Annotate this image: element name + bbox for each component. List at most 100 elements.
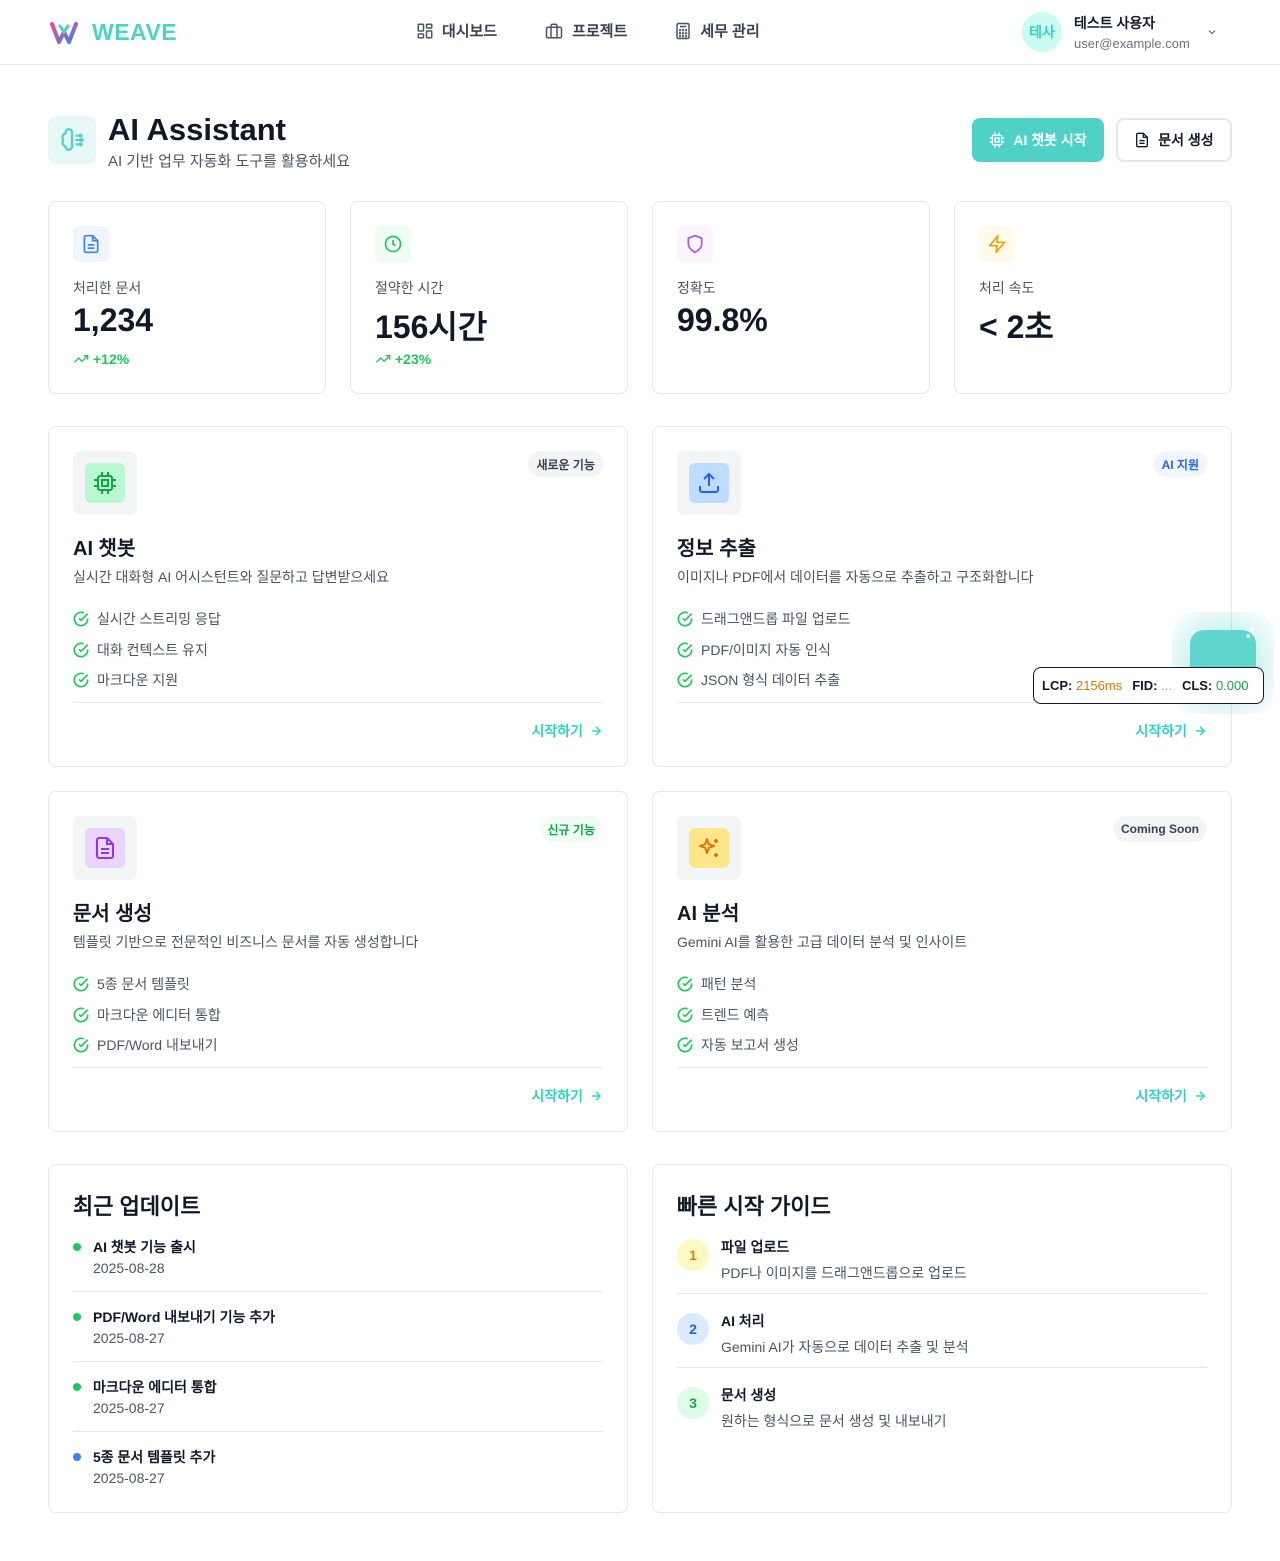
feature-description: Gemini AI를 활용한 고급 데이터 분석 및 인사이트 [677, 934, 968, 950]
generate-document-label: 문서 생성 [1158, 132, 1214, 148]
feature-badge: 새로운 기능 [528, 451, 603, 477]
step-number: 2 [677, 1313, 709, 1345]
feature-list-item: PDF/이미지 자동 인식 [677, 635, 850, 666]
feature-list-item: PDF/Word 내보내기 [73, 1030, 221, 1061]
update-item: AI 챗봇 기능 출시 2025-08-28 [73, 1237, 603, 1307]
recent-updates-panel: 최근 업데이트 AI 챗봇 기능 출시 2025-08-28 PDF/Word … [48, 1164, 628, 1513]
feature-list-item: 트렌드 예측 [677, 1000, 799, 1031]
user-name: 테스트 사용자 [1074, 15, 1156, 31]
start-link[interactable]: 시작하기 [1135, 1086, 1207, 1106]
document-icon [1136, 132, 1149, 148]
status-dot [73, 1313, 81, 1321]
chip-icon [94, 472, 116, 494]
arrow-right-icon [1195, 1091, 1206, 1101]
lcp-value: 2156ms [1075, 678, 1123, 693]
stat-trend: +23% [375, 351, 431, 367]
feature-list-item: 마크다운 지원 [73, 665, 221, 696]
trending-up-icon [375, 355, 391, 363]
feature-list-text: 대화 컨텍스트 유지 [97, 641, 208, 658]
feature-icon-wrap [677, 816, 741, 880]
calculator-icon [676, 22, 691, 39]
feature-list-item: 실시간 스트리밍 응답 [73, 604, 221, 635]
feature-list-item: 대화 컨텍스트 유지 [73, 635, 221, 666]
start-link-label: 시작하기 [531, 723, 583, 739]
check-circle-icon [73, 611, 89, 627]
divider [73, 1431, 603, 1432]
feature-badge: 신규 기능 [539, 816, 603, 842]
document-icon [96, 837, 114, 859]
start-link[interactable]: 시작하기 [531, 1086, 603, 1106]
weave-logo-icon [50, 21, 78, 44]
user-menu[interactable]: 테사 테스트 사용자 user@example.com [1022, 12, 1190, 52]
feature-icon-wrap [677, 451, 741, 515]
feature-list-item: JSON 형식 데이터 추출 [677, 665, 850, 696]
guide-step: 3 문서 생성 원하는 형식으로 문서 생성 및 내보내기 [677, 1385, 1207, 1459]
start-link[interactable]: 시작하기 [1135, 721, 1207, 741]
stat-card-documents: 처리한 문서 1,234 +12% [48, 201, 326, 394]
clock-icon [384, 235, 402, 253]
feature-list-text: 패턴 분석 [701, 976, 757, 993]
check-circle-icon [73, 1007, 89, 1023]
avatar: 테사 [1022, 12, 1062, 52]
update-date: 2025-08-27 [93, 1470, 165, 1486]
top-header: WEAVE 대시보드 프로젝트 세무 관리 테사 테스트 사용자 user@ex… [0, 0, 1280, 65]
generate-document-button[interactable]: 문서 생성 [1116, 118, 1232, 162]
cls-value: 0.000 [1215, 678, 1249, 693]
start-chatbot-button[interactable]: AI 챗봇 시작 [972, 118, 1104, 162]
feature-icon-bg [689, 828, 729, 868]
feature-list-text: 트렌드 예측 [701, 1006, 770, 1023]
stat-card-speed: 처리 속도 < 2초 [954, 201, 1232, 394]
stat-icon-wrap [375, 226, 411, 262]
user-info: 테스트 사용자 user@example.com [1074, 13, 1190, 51]
feature-list-text: 자동 보고서 생성 [701, 1037, 799, 1054]
arrow-right-icon [591, 1091, 602, 1101]
update-date: 2025-08-28 [93, 1260, 165, 1276]
divider [73, 702, 603, 703]
logo[interactable]: WEAVE [50, 19, 177, 46]
stat-value: 1,234 [73, 302, 154, 338]
chip-icon [990, 132, 1005, 148]
feature-icon-bg [85, 828, 125, 868]
step-description: PDF나 이미지를 드래그앤드롭으로 업로드 [721, 1265, 967, 1281]
nav-dashboard[interactable]: 대시보드 [416, 20, 497, 41]
check-circle-icon [73, 642, 89, 658]
update-item: PDF/Word 내보내기 기능 추가 2025-08-27 [73, 1307, 603, 1377]
nav-projects[interactable]: 프로젝트 [544, 20, 627, 41]
feature-list: 실시간 스트리밍 응답 대화 컨텍스트 유지 마크다운 지원 [73, 604, 221, 696]
update-title: PDF/Word 내보내기 기능 추가 [93, 1309, 276, 1325]
stat-value: 156시간 [375, 309, 488, 345]
stat-card-accuracy: 정확도 99.8% [652, 201, 930, 394]
upload-icon [699, 472, 719, 493]
divider [677, 1367, 1207, 1368]
check-circle-icon [677, 1037, 693, 1053]
chevron-down-icon[interactable] [1206, 26, 1218, 38]
trending-up-icon [73, 355, 89, 363]
fid-value: ... [1161, 678, 1172, 693]
brain-icon [61, 128, 84, 151]
page-title: AI Assistant [108, 112, 287, 147]
stat-label: 정확도 [677, 280, 716, 296]
feature-list-item: 패턴 분석 [677, 969, 799, 1000]
divider [73, 1291, 603, 1292]
cls-label: CLS: [1181, 678, 1213, 693]
feature-badge: AI 지원 [1153, 451, 1207, 477]
start-link[interactable]: 시작하기 [531, 721, 603, 741]
feature-list-text: 마크다운 지원 [97, 672, 179, 689]
dashboard-icon [417, 23, 433, 38]
divider [73, 1067, 603, 1068]
feature-list-item: 5종 문서 템플릿 [73, 969, 221, 1000]
feature-list-text: 5종 문서 템플릿 [97, 976, 190, 993]
lightning-icon [988, 234, 1006, 254]
feature-list: 5종 문서 템플릿 마크다운 에디터 통합 PDF/Word 내보내기 [73, 969, 221, 1061]
nav-tax[interactable]: 세무 관리 [674, 20, 760, 41]
feature-list-item: 드래그앤드롭 파일 업로드 [677, 604, 850, 635]
fid-label: FID: [1132, 678, 1158, 693]
guide-step: 2 AI 처리 Gemini AI가 자동으로 데이터 추출 및 분석 [677, 1311, 1207, 1385]
status-dot [73, 1383, 81, 1391]
feature-list: 드래그앤드롭 파일 업로드 PDF/이미지 자동 인식 JSON 형식 데이터 … [677, 604, 850, 696]
feature-icon-wrap [73, 451, 137, 515]
feature-description: 이미지나 PDF에서 데이터를 자동으로 추출하고 구조화합니다 [677, 569, 1034, 585]
feature-list-text: 마크다운 에디터 통합 [97, 1006, 221, 1023]
start-chatbot-label: AI 챗봇 시작 [1013, 132, 1087, 148]
check-circle-icon [677, 642, 693, 658]
